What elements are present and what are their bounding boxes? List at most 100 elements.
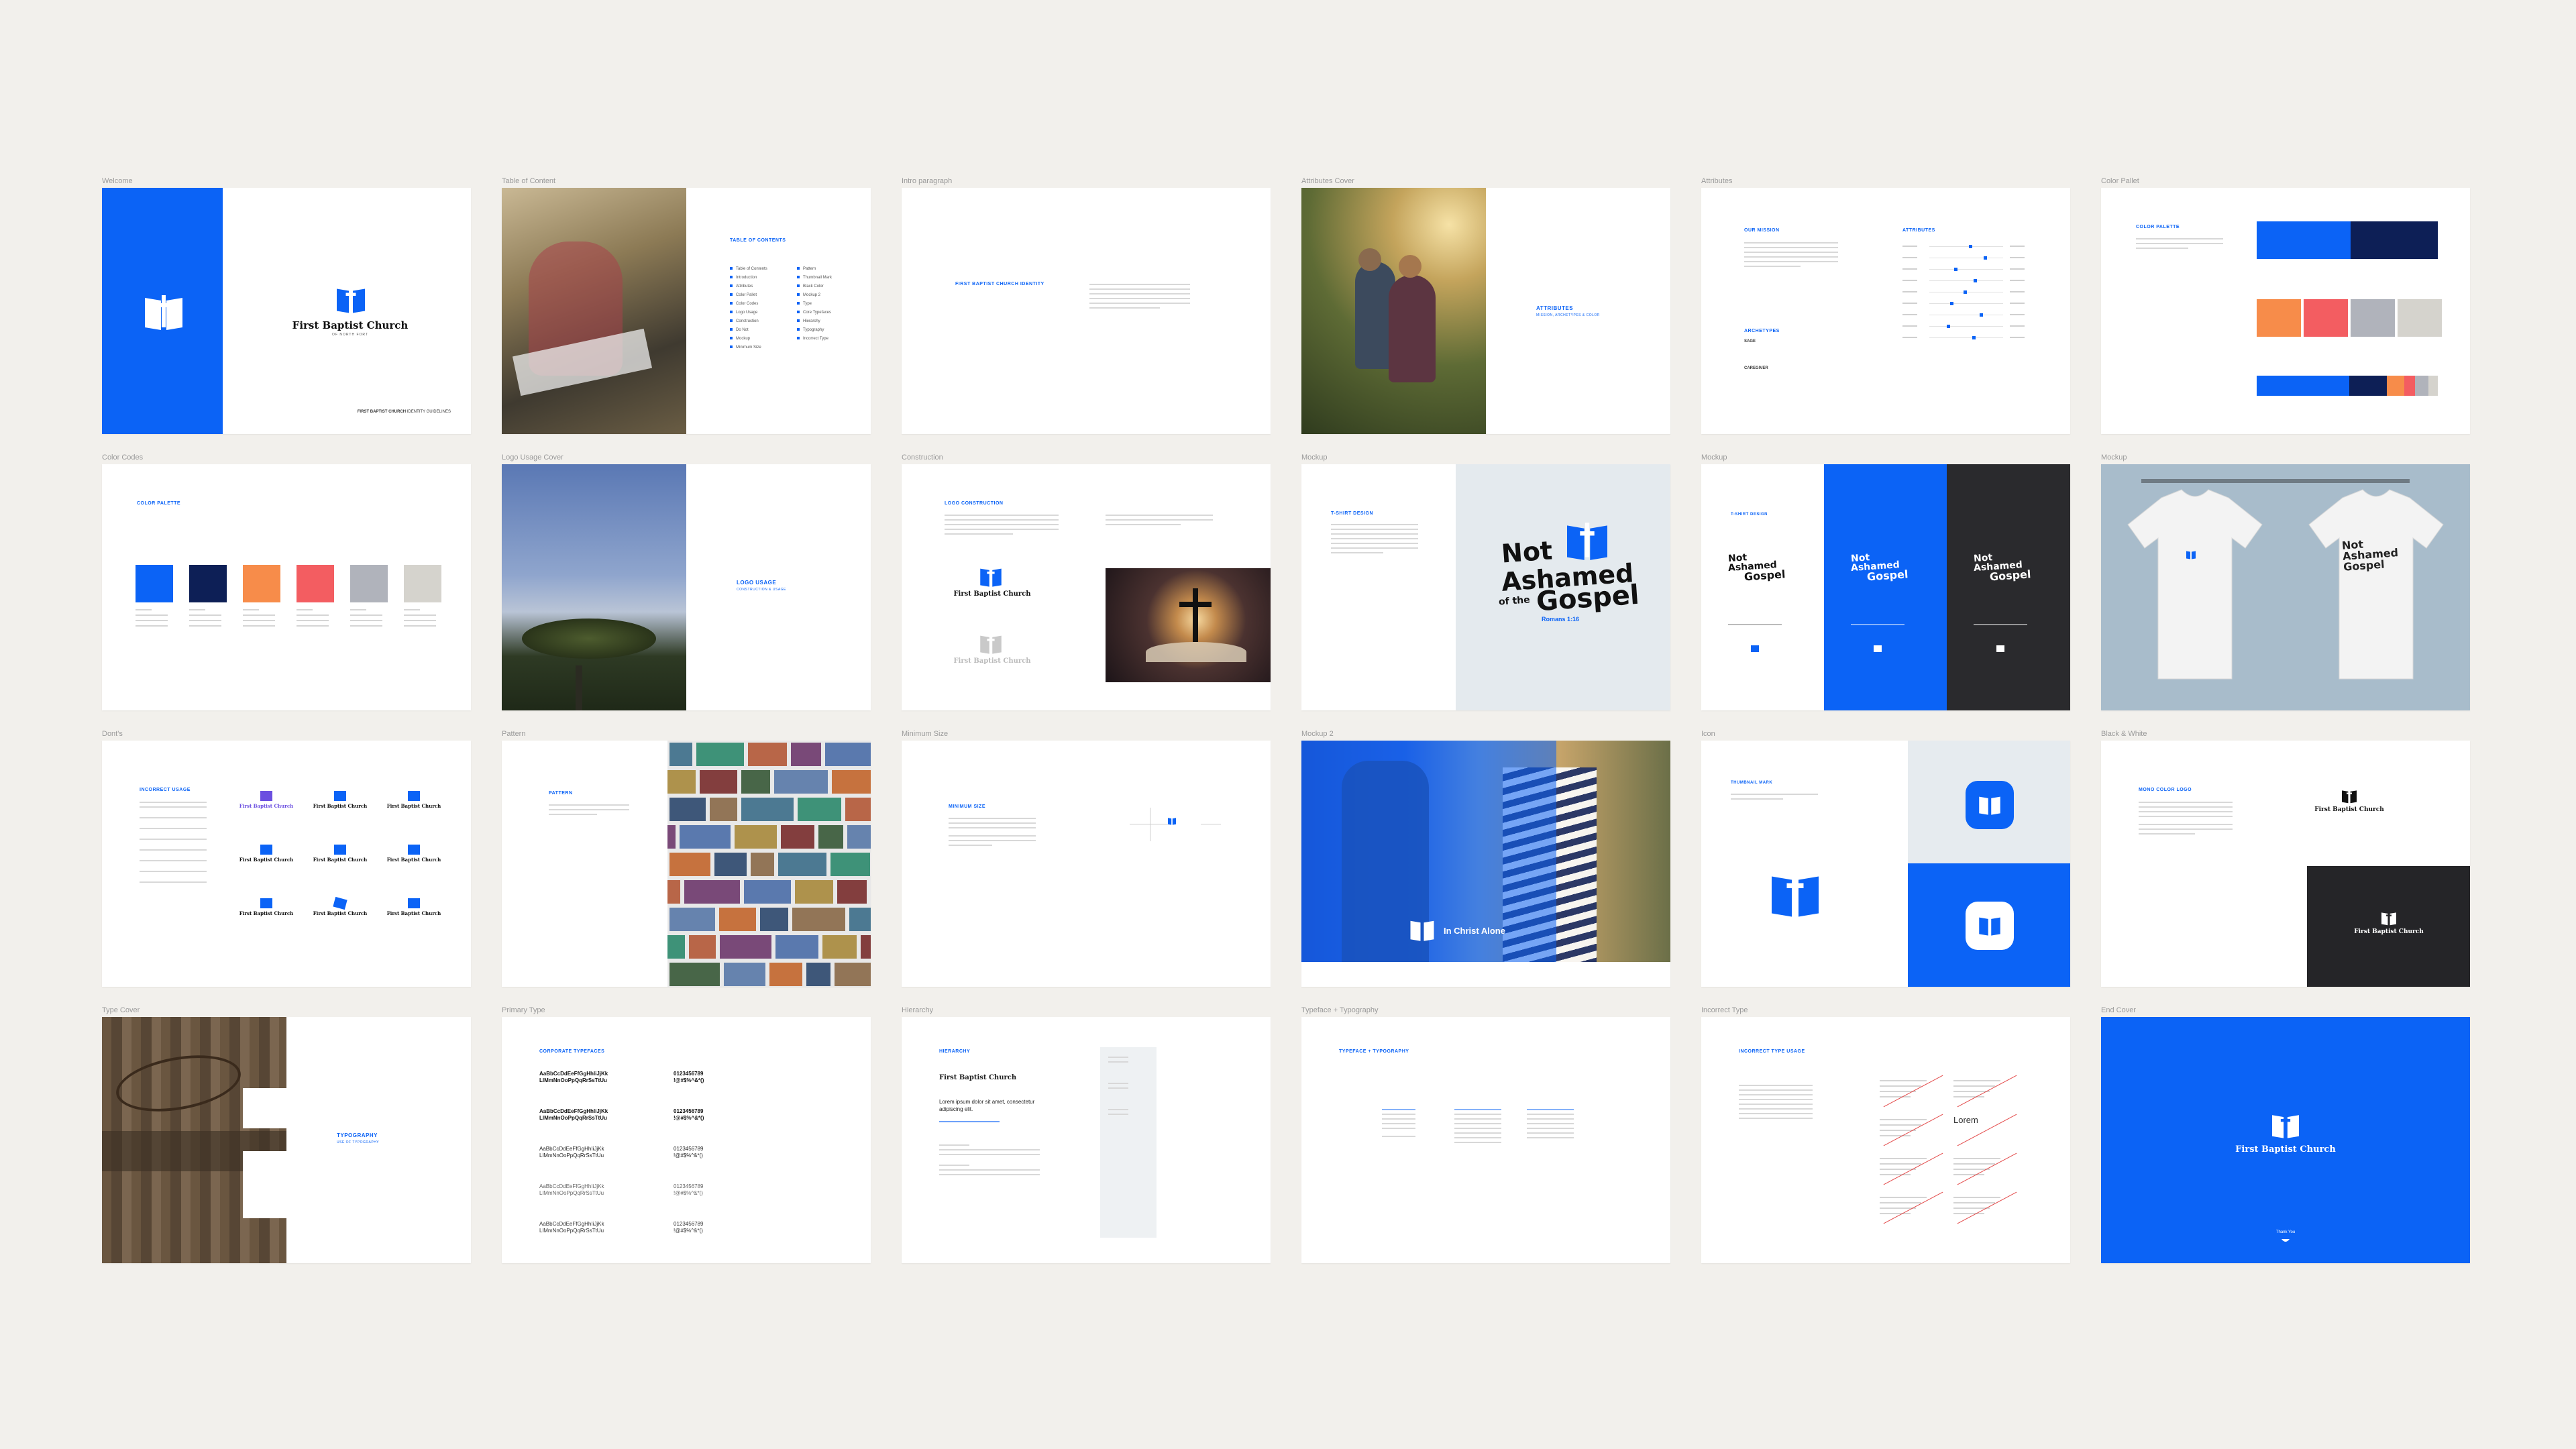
glass-tile [861, 935, 871, 959]
artboard-label[interactable]: Hierarchy [902, 1006, 933, 1014]
toc-item[interactable]: Mockup [730, 337, 767, 341]
corporate-typefaces-title: CORPORATE TYPEFACES [539, 1049, 605, 1054]
artboard-label[interactable]: Minimum Size [902, 730, 948, 738]
toc-item[interactable]: Incorrect Type [797, 337, 832, 341]
glass-tile [667, 935, 685, 959]
bullet-icon [797, 302, 800, 305]
thumbnail-mark-text [1731, 790, 1818, 803]
specimen-lower: LlMmNnOoPpQqRrSsTtUu [539, 1077, 607, 1083]
toc-item-label: Core Typefaces [803, 311, 831, 315]
toc-item[interactable]: Table of Contents [730, 267, 767, 271]
swatch-navy [2351, 221, 2438, 259]
toc-item[interactable]: Color Codes [730, 302, 767, 306]
glass-tile [669, 963, 720, 986]
glass-tile [741, 770, 770, 794]
tshirt-variants-title: T-SHIRT DESIGN [1731, 513, 1768, 517]
church-logo-mark-icon [2381, 911, 2396, 926]
artboard-label[interactable]: Table of Content [502, 177, 555, 185]
mission-title: OUR MISSION [1744, 228, 1780, 233]
hierarchy-h2a: Lorem ipsum dolor sit amet, consectetur [939, 1099, 1035, 1105]
logo-wordmark: First Baptist Church [386, 857, 441, 863]
artboard-label[interactable]: Dont's [102, 730, 123, 738]
artboard-label[interactable]: Icon [1701, 730, 1715, 738]
specimen-lower: LlMmNnOoPpQqRrSsTtUu [539, 1152, 604, 1159]
thumbnail-mark-title: THUMBNAIL MARK [1731, 781, 1773, 785]
artboard-label[interactable]: Primary Type [502, 1006, 545, 1014]
artboard-label[interactable]: Mockup [1301, 453, 1328, 462]
specimen-upper: AaBbCcDdEeFfGgHhIiJjKk [539, 1146, 604, 1152]
artboard-label[interactable]: Attributes Cover [1301, 177, 1354, 185]
artboard-label[interactable]: Color Pallet [2101, 177, 2139, 185]
glass-tile [680, 825, 731, 849]
slide-black-white: MONO COLOR LOGO First Baptist Church Fir… [2101, 741, 2470, 987]
toc-item[interactable]: Color Pallet [730, 293, 767, 297]
glass-tile [791, 743, 821, 766]
glass-tile [667, 880, 680, 904]
toc-item-label: Color Pallet [736, 293, 757, 297]
shirt-print-text: Not Ashamed Gospel [2341, 537, 2399, 574]
toc-item[interactable]: Do Not [730, 328, 767, 332]
toc-item[interactable]: Typography [797, 328, 832, 332]
glass-tile [769, 963, 802, 986]
artboard-label[interactable]: Attributes [1701, 177, 1732, 185]
toc-item[interactable]: Attributes [730, 284, 767, 288]
specimen-upper: AaBbCcDdEeFfGgHhIiJjKk [539, 1108, 608, 1114]
bullet-icon [730, 345, 733, 349]
toc-item[interactable]: Core Typefaces [797, 311, 832, 315]
glass-tile [830, 853, 870, 876]
toc-item[interactable]: Black Color [797, 284, 832, 288]
glass-tile [700, 770, 737, 794]
artboard-label[interactable]: Mockup [2101, 453, 2127, 462]
artboard-label[interactable]: Black & White [2101, 730, 2147, 738]
artboard-label[interactable]: Pattern [502, 730, 525, 738]
toc-item-label: Construction [736, 319, 759, 323]
typeface-typography-title: TYPEFACE + TYPOGRAPHY [1339, 1049, 1409, 1054]
incorrect-logo-example: First Baptist Church [310, 896, 370, 916]
artboard-label[interactable]: Color Codes [102, 453, 143, 462]
slider-handle-icon [1963, 290, 1967, 294]
artboard-label[interactable]: Intro paragraph [902, 177, 952, 185]
artboard-label[interactable]: Mockup 2 [1301, 730, 1334, 738]
glass-tile [735, 825, 777, 849]
logo-wordmark: First Baptist Church [239, 910, 294, 916]
slide-attributes-cover: ATTRIBUTES MISSION, ARCHETYPES & COLOR [1301, 188, 1670, 434]
toc-item-label: Pattern [803, 267, 816, 271]
toc-item[interactable]: Introduction [730, 276, 767, 280]
artboard-label[interactable]: Incorrect Type [1701, 1006, 1748, 1014]
artboard-label[interactable]: Welcome [102, 177, 133, 185]
artboard-label[interactable]: End Cover [2101, 1006, 2136, 1014]
artboard-label[interactable]: Mockup [1701, 453, 1727, 462]
slide-typeface-typography: TYPEFACE + TYPOGRAPHY [1301, 1017, 1670, 1263]
toc-item[interactable]: Minimum Size [730, 345, 767, 350]
swatch-gray [2351, 299, 2395, 337]
toc-item[interactable]: Construction [730, 319, 767, 323]
glass-tile [669, 798, 706, 821]
specimen-numbers: 0123456789 [674, 1221, 704, 1227]
artboard-label[interactable]: Construction [902, 453, 943, 462]
hanger-rail [2141, 479, 2410, 483]
logo-wordmark-grid: First Baptist Church [953, 657, 1031, 665]
toc-item[interactable]: Logo Usage [730, 311, 767, 315]
moodboard-canvas: Welcome First Baptist Church OF NORTH FO… [0, 0, 2576, 1449]
artboard-label[interactable]: Type Cover [102, 1006, 140, 1014]
artboard-label[interactable]: Logo Usage Cover [502, 453, 564, 462]
swatch-sand [404, 565, 441, 602]
artboard-label[interactable]: Typeface + Typography [1301, 1006, 1378, 1014]
swatch-sand [2398, 299, 2442, 337]
incorrect-type-title: INCORRECT TYPE USAGE [1739, 1049, 1805, 1054]
toc-item[interactable]: Hierarchy [797, 319, 832, 323]
end-cover-thanks: Thank You [2275, 1230, 2296, 1234]
toc-item[interactable]: Thumbnail Mark [797, 276, 832, 280]
toc-item[interactable]: Mockup 2 [797, 293, 832, 297]
specimen-symbols: !@#$%^&*() [674, 1190, 703, 1196]
toc-item[interactable]: Type [797, 302, 832, 306]
slider-handle-icon [1946, 325, 1950, 328]
church-logo-mark-icon [2186, 551, 2196, 559]
logo-wordmark: First Baptist Church [292, 319, 409, 331]
logo-wordmark: First Baptist Church [239, 803, 294, 809]
church-logo-mark-icon [408, 791, 420, 801]
toc-item-label: Type [803, 302, 812, 306]
toc-item[interactable]: Pattern [797, 267, 832, 271]
glass-tile [744, 880, 791, 904]
glass-tile [748, 743, 787, 766]
